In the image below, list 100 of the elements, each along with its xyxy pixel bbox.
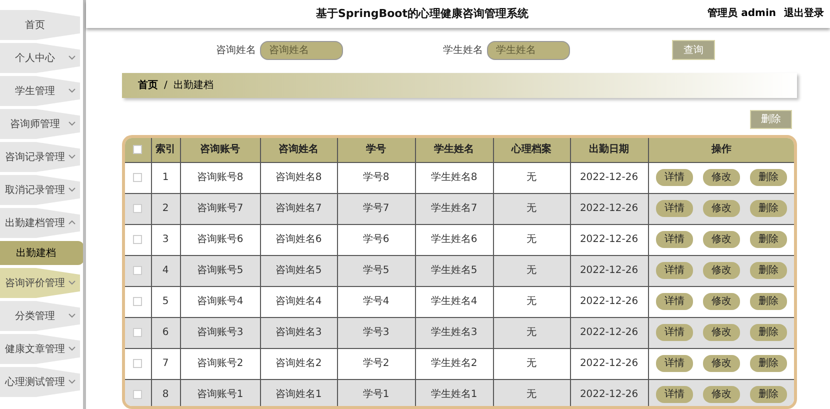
column-header: 学号 xyxy=(337,138,415,162)
table-cell: 2022-12-26 xyxy=(570,193,648,224)
search-field[interactable]: 学生姓名 xyxy=(487,40,570,60)
table-cell: 咨询账号3 xyxy=(180,317,260,348)
action-button[interactable]: 删除 xyxy=(750,293,787,310)
table-cell: 学号1 xyxy=(337,379,415,406)
row-checkbox[interactable] xyxy=(133,358,142,368)
table-cell: 学生姓名7 xyxy=(415,193,493,224)
action-button[interactable]: 修改 xyxy=(702,386,740,404)
action-button[interactable]: 修改 xyxy=(702,324,740,342)
table-cell: 学号6 xyxy=(337,224,415,256)
action-button[interactable]: 详情 xyxy=(656,231,693,248)
row-checkbox[interactable] xyxy=(133,266,142,275)
chevron-icon xyxy=(68,220,76,225)
table-cell: 学号5 xyxy=(337,255,415,286)
field-label: 咨询姓名 xyxy=(216,44,256,58)
column-header: 索引 xyxy=(151,138,180,162)
sidebar-item[interactable]: 取消记录管理 xyxy=(0,175,80,205)
action-button[interactable]: 详情 xyxy=(656,324,693,342)
table-cell: 咨询姓名7 xyxy=(260,193,337,224)
sidebar-item[interactable]: 心理测试管理 xyxy=(0,367,80,397)
logout-link[interactable]: 退出登录 xyxy=(784,6,824,22)
table-cell: 咨询账号5 xyxy=(180,255,260,286)
table-cell: 咨询姓名6 xyxy=(260,224,337,256)
table-cell: 学生姓名5 xyxy=(415,255,493,286)
action-button[interactable]: 删除 xyxy=(750,355,787,372)
table-cell: 学号2 xyxy=(337,348,415,380)
table-cell: 咨询姓名4 xyxy=(260,286,337,318)
action-button[interactable]: 详情 xyxy=(656,262,693,280)
table-cell: 无 xyxy=(493,348,570,380)
table-cell: 咨询姓名1 xyxy=(260,379,337,406)
row-checkbox[interactable] xyxy=(133,172,142,182)
column-header: 操作 xyxy=(648,138,794,162)
table-cell: 学生姓名3 xyxy=(415,317,493,348)
action-button[interactable]: 修改 xyxy=(702,262,740,280)
row-checkbox[interactable] xyxy=(133,390,142,400)
row-checkbox[interactable] xyxy=(133,296,142,306)
action-button[interactable]: 删除 xyxy=(750,262,787,280)
sidebar-item[interactable]: 咨询师管理 xyxy=(0,109,80,139)
action-button[interactable]: 删除 xyxy=(750,169,787,186)
table-cell: 学生姓名2 xyxy=(415,348,493,380)
sidebar-item[interactable]: 个人中心 xyxy=(0,43,80,73)
chevron-icon xyxy=(68,154,76,159)
table-cell: 2022-12-26 xyxy=(570,224,648,256)
action-button[interactable]: 删除 xyxy=(750,324,787,342)
chevron-icon xyxy=(68,88,76,93)
table-cell: 5 xyxy=(151,286,180,318)
sidebar-item[interactable]: 分类管理 xyxy=(0,301,80,331)
column-header: 咨询姓名 xyxy=(260,138,337,162)
table-cell: 2022-12-26 xyxy=(570,162,648,194)
breadcrumb-current: 出勤建档 xyxy=(173,78,214,93)
sidebar-item[interactable]: 出勤建档管理 xyxy=(0,208,80,238)
table-cell: 2 xyxy=(151,193,180,224)
action-button[interactable]: 详情 xyxy=(656,200,693,218)
column-header: 出勤日期 xyxy=(570,138,648,162)
search-field[interactable]: 咨询姓名 xyxy=(260,40,343,60)
table-cell: 2022-12-26 xyxy=(570,286,648,318)
table-cell: 咨询姓名5 xyxy=(260,255,337,286)
table-cell: 咨询姓名8 xyxy=(260,162,337,194)
action-button[interactable]: 删除 xyxy=(750,386,787,404)
action-button[interactable]: 修改 xyxy=(702,293,740,310)
table-cell: 学号7 xyxy=(337,193,415,224)
sidebar-item[interactable]: 首页 xyxy=(0,10,80,40)
action-button[interactable]: 详情 xyxy=(656,169,693,186)
action-button[interactable]: 删除 xyxy=(750,231,787,248)
sidebar-item[interactable]: 健康文章管理 xyxy=(0,334,80,364)
window-title: 基于SpringBoot的心理健康咨询管理系统 xyxy=(316,6,528,22)
table-cell: 无 xyxy=(493,162,570,194)
row-checkbox[interactable] xyxy=(133,328,142,337)
row-checkbox[interactable] xyxy=(133,204,142,213)
chevron-icon xyxy=(68,379,76,384)
sidebar-item[interactable]: 咨询评价管理 xyxy=(0,268,80,298)
user-label: 管理员 admin xyxy=(708,6,776,22)
table-cell: 2022-12-26 xyxy=(570,348,648,380)
table-cell: 咨询账号2 xyxy=(180,348,260,380)
table-cell: 咨询账号1 xyxy=(180,379,260,406)
action-button[interactable]: 详情 xyxy=(656,386,693,404)
table-cell: 3 xyxy=(151,224,180,256)
row-checkbox[interactable] xyxy=(133,234,142,244)
submenu-item[interactable]: 出勤建档 xyxy=(0,241,83,265)
sidebar-item[interactable]: 咨询记录管理 xyxy=(0,142,80,172)
table-cell: 学号3 xyxy=(337,317,415,348)
action-button[interactable]: 修改 xyxy=(702,231,740,248)
table-cell: 咨询姓名3 xyxy=(260,317,337,348)
action-button[interactable]: 修改 xyxy=(702,169,740,186)
action-button[interactable]: 删除 xyxy=(750,200,787,218)
table-cell: 6 xyxy=(151,317,180,348)
action-button[interactable]: 修改 xyxy=(702,200,740,218)
table-cell: 学生姓名1 xyxy=(415,379,493,406)
sidebar-item[interactable]: 学生管理 xyxy=(0,76,80,106)
breadcrumb-link[interactable]: 首页 xyxy=(138,78,158,93)
select-all-checkbox[interactable] xyxy=(133,145,142,154)
column-header: 咨询账号 xyxy=(180,138,260,162)
table-cell: 2022-12-26 xyxy=(570,255,648,286)
action-button[interactable]: 修改 xyxy=(702,355,740,372)
action-button[interactable]: 详情 xyxy=(656,355,693,372)
chevron-icon xyxy=(68,55,76,60)
table-cell: 7 xyxy=(151,348,180,380)
action-button[interactable]: 详情 xyxy=(656,293,693,310)
chevron-icon xyxy=(68,121,76,126)
